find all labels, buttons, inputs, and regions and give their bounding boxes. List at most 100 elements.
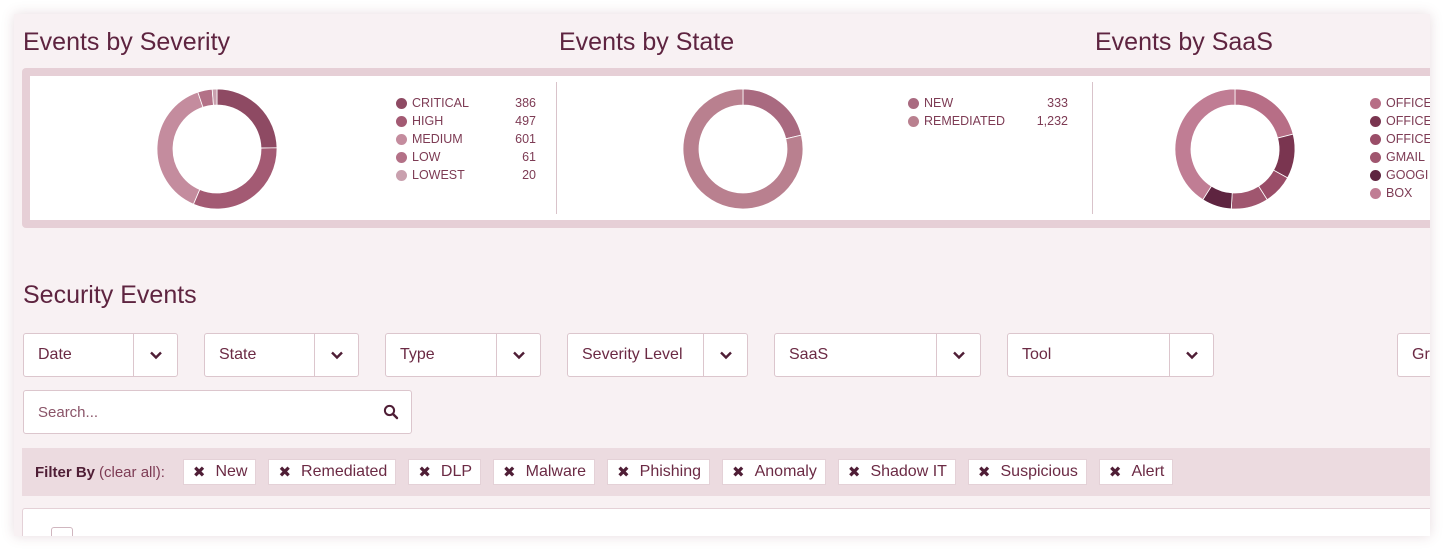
legend-item-box[interactable]: BOX: [1370, 184, 1430, 202]
legend-label: CRITICAL: [412, 96, 469, 110]
chip-label: New: [215, 463, 248, 480]
legend-swatch-box: [1370, 187, 1381, 199]
security-events-page: Events by Severity Events by State Event…: [14, 14, 1430, 536]
state-filter-dropdown[interactable]: State: [204, 333, 359, 377]
donut-slice-critical[interactable]: [216, 88, 278, 149]
remove-icon[interactable]: ✖: [278, 463, 291, 481]
chip-label: Shadow IT: [870, 463, 947, 480]
chip-label: Anomaly: [754, 463, 817, 480]
donut-slice-office[interactable]: [1273, 133, 1296, 179]
remove-icon[interactable]: ✖: [732, 463, 745, 481]
donut-slice-high[interactable]: [192, 147, 278, 210]
legend-label: LOWEST: [412, 168, 465, 182]
filter-chip-malware[interactable]: ✖ Malware: [493, 459, 596, 485]
legend-label: GOOGI: [1386, 168, 1429, 182]
chip-label: Remediated: [301, 463, 388, 480]
search-icon[interactable]: [371, 404, 411, 420]
dropdown-toggle[interactable]: [133, 334, 177, 376]
type-filter-dropdown[interactable]: Type: [385, 333, 541, 377]
donut-slice-office[interactable]: [1234, 88, 1294, 139]
chart-divider: [556, 82, 557, 214]
remove-icon[interactable]: ✖: [1109, 463, 1122, 481]
dropdown-label: Type: [400, 346, 435, 363]
legend-swatch-google: [1370, 169, 1381, 181]
severity-chart: CRITICAL 386 HIGH 497 MEDIUM 601 LOW 61 …: [30, 76, 550, 220]
filter-chip-suspicious[interactable]: ✖ Suspicious: [967, 459, 1087, 485]
legend-swatch-office: [1370, 133, 1381, 145]
legend-value: 333: [1047, 96, 1068, 110]
legend-swatch-remediated: [908, 115, 919, 127]
group-filter-dropdown[interactable]: Gr: [1397, 333, 1430, 377]
donut-slice-box[interactable]: [1174, 88, 1236, 201]
legend-swatch-office: [1370, 115, 1381, 127]
dropdown-toggle[interactable]: [314, 334, 358, 376]
legend-item-google[interactable]: GOOGI: [1370, 166, 1430, 184]
search-input[interactable]: [24, 391, 371, 433]
dropdown-label: Gr: [1412, 346, 1430, 363]
remove-icon[interactable]: ✖: [418, 463, 431, 481]
clear-all-link[interactable]: (clear all):: [99, 464, 165, 481]
chip-label: DLP: [440, 463, 473, 480]
legend-item-medium[interactable]: MEDIUM 601: [396, 130, 536, 148]
legend-item-new[interactable]: NEW 333: [908, 94, 1068, 112]
filter-chip-dlp[interactable]: ✖ DLP: [408, 459, 482, 485]
filter-chip-anomaly[interactable]: ✖ Anomaly: [722, 459, 826, 485]
filter-chip-remediated[interactable]: ✖ Remediated: [268, 459, 397, 485]
filter-chip-alert[interactable]: ✖ Alert: [1098, 459, 1174, 485]
legend-label: MEDIUM: [412, 132, 463, 146]
legend-value: 1,232: [1036, 114, 1068, 128]
dropdown-label: Date: [38, 346, 72, 363]
chip-label: Malware: [525, 463, 587, 480]
legend-swatch-new: [908, 97, 919, 109]
donut-slice-new[interactable]: [742, 88, 802, 140]
dropdown-toggle[interactable]: [496, 334, 540, 376]
saas-chart-title: Events by SaaS: [1095, 28, 1273, 56]
legend-item-lowest[interactable]: LOWEST 20: [396, 166, 536, 184]
remove-icon[interactable]: ✖: [503, 463, 516, 481]
legend-swatch-high: [396, 115, 407, 127]
saas-donut[interactable]: [1170, 84, 1300, 214]
legend-item-low[interactable]: LOW 61: [396, 148, 536, 166]
legend-value: 20: [522, 168, 536, 182]
chip-label: Phishing: [639, 463, 702, 480]
legend-value: 61: [522, 150, 536, 164]
legend-item-critical[interactable]: CRITICAL 386: [396, 94, 536, 112]
donut-slice-lowest[interactable]: [211, 88, 218, 106]
chevron-down-icon: [952, 351, 965, 360]
legend-item-office[interactable]: OFFICE: [1370, 130, 1430, 148]
state-donut[interactable]: [678, 84, 808, 214]
legend-swatch-lowest: [396, 169, 407, 181]
legend-item-office[interactable]: OFFICE: [1370, 112, 1430, 130]
charts-panel: CRITICAL 386 HIGH 497 MEDIUM 601 LOW 61 …: [22, 68, 1430, 228]
tool-filter-dropdown[interactable]: Tool: [1007, 333, 1214, 377]
legend-item-remediated[interactable]: REMEDIATED 1,232: [908, 112, 1068, 130]
remove-icon[interactable]: ✖: [617, 463, 630, 481]
legend-item-high[interactable]: HIGH 497: [396, 112, 536, 130]
legend-label: OFFICE: [1386, 132, 1430, 146]
dropdown-toggle[interactable]: [936, 334, 980, 376]
severity-chart-title: Events by Severity: [23, 28, 231, 56]
chevron-down-icon: [330, 351, 343, 360]
legend-swatch-gmail: [1370, 151, 1381, 163]
dropdown-toggle[interactable]: [703, 334, 747, 376]
legend-item-gmail[interactable]: GMAIL: [1370, 148, 1430, 166]
filter-chip-new[interactable]: ✖ New: [182, 459, 257, 485]
date-filter-dropdown[interactable]: Date: [23, 333, 178, 377]
remove-icon[interactable]: ✖: [193, 463, 206, 481]
events-table: [22, 508, 1430, 536]
legend-label: OFFICE: [1386, 114, 1430, 128]
filter-chip-shadow-it[interactable]: ✖ Shadow IT: [837, 459, 956, 485]
severity-level-filter-dropdown[interactable]: Severity Level: [567, 333, 748, 377]
donut-slice-medium[interactable]: [156, 91, 204, 205]
dropdown-toggle[interactable]: [1169, 334, 1213, 376]
remove-icon[interactable]: ✖: [848, 463, 861, 481]
select-all-checkbox[interactable]: [51, 527, 73, 536]
legend-item-office[interactable]: OFFICE: [1370, 94, 1430, 112]
saas-filter-dropdown[interactable]: SaaS: [774, 333, 981, 377]
remove-icon[interactable]: ✖: [978, 463, 991, 481]
chart-divider: [1092, 82, 1093, 214]
severity-donut[interactable]: [152, 84, 282, 214]
chevron-down-icon: [1185, 351, 1198, 360]
dropdown-label: State: [219, 346, 257, 363]
filter-chip-phishing[interactable]: ✖ Phishing: [607, 459, 711, 485]
